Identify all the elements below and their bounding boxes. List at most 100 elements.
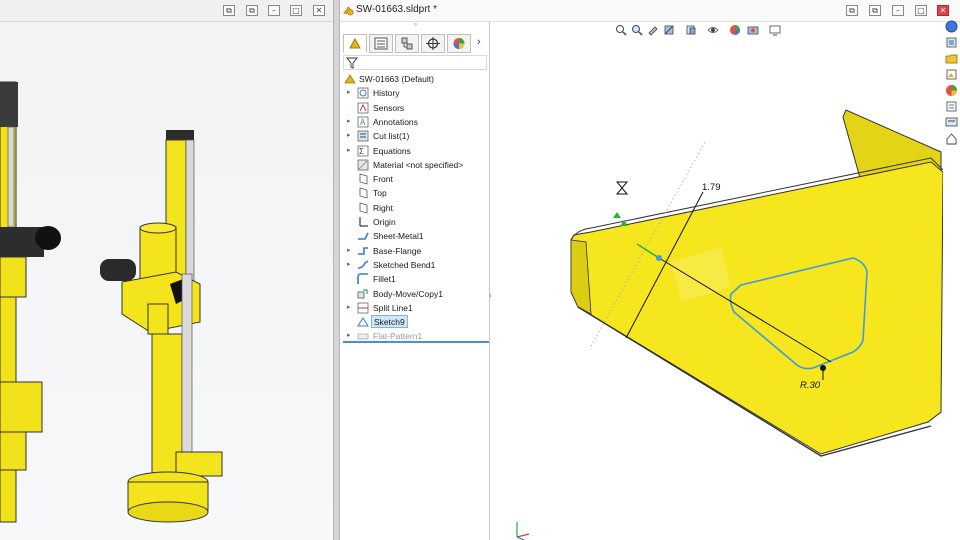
tree-item-label: Right xyxy=(373,202,393,213)
tab-display-manager[interactable] xyxy=(447,34,471,53)
zoom-to-area-icon[interactable] xyxy=(631,24,643,36)
edit-appearance-icon[interactable] xyxy=(729,24,741,36)
tree-item-label: Annotations xyxy=(373,116,418,127)
material-icon xyxy=(357,159,369,171)
expand-arrow-icon[interactable]: ▸ xyxy=(347,303,351,311)
svg-text:Σ: Σ xyxy=(359,147,364,156)
tabs-expand-chevron-icon[interactable]: › xyxy=(477,36,481,48)
heads-up-view-toolbar xyxy=(611,22,831,38)
left-window-close-button[interactable]: ✕ xyxy=(313,5,325,16)
left-window-maximize-button[interactable]: □ xyxy=(290,5,302,16)
part-window-tile-button[interactable]: ⧉ xyxy=(846,5,858,16)
tree-filter[interactable] xyxy=(343,55,487,70)
split-line-icon xyxy=(357,302,369,314)
part-window-titlebar[interactable]: SW-01663.sldprt * ⧉ ⧉ – □ ✕ xyxy=(340,0,960,22)
tree-item[interactable]: ▸ Cut list(1) xyxy=(341,129,490,143)
expand-arrow-icon[interactable]: ▸ xyxy=(347,117,351,125)
plane-icon xyxy=(359,173,368,185)
tree-item[interactable]: Front xyxy=(341,172,490,186)
part-window-cascade-button[interactable]: ⧉ xyxy=(869,5,881,16)
view-palette-icon[interactable] xyxy=(945,68,958,81)
assembly-viewport[interactable] xyxy=(0,22,334,540)
plane-icon xyxy=(359,187,368,199)
display-style-icon[interactable] xyxy=(707,24,719,36)
dimension-value-1-79[interactable]: 1.79 xyxy=(702,182,721,193)
tree-item-label: Split Line1 xyxy=(373,302,413,313)
file-explorer-icon[interactable] xyxy=(945,52,958,65)
custom-properties-icon[interactable] xyxy=(945,100,958,113)
left-window-cascade-button[interactable]: ⧉ xyxy=(246,5,258,16)
tree-item[interactable]: Top xyxy=(341,186,490,200)
expand-arrow-icon[interactable]: ▸ xyxy=(347,146,351,154)
manager-tabs: › xyxy=(341,33,490,54)
tree-item[interactable]: Fillet1 xyxy=(341,272,490,286)
sensors-icon xyxy=(357,102,369,113)
section-view-icon[interactable] xyxy=(663,24,675,36)
view-settings-icon[interactable] xyxy=(769,24,781,36)
tree-item[interactable]: Sheet-Metal1 xyxy=(341,229,490,243)
tree-item[interactable]: Right xyxy=(341,201,490,215)
expand-arrow-icon[interactable]: ▸ xyxy=(347,88,351,96)
tree-item[interactable]: ▸ A Annotations xyxy=(341,115,490,129)
apply-scene-icon[interactable] xyxy=(747,24,759,36)
tab-property-manager[interactable] xyxy=(369,34,393,53)
view-orientation-icon[interactable] xyxy=(685,24,697,36)
left-window-minimize-button[interactable]: – xyxy=(268,5,280,16)
sheet-metal-icon xyxy=(358,232,369,241)
tree-item[interactable]: ▸ Split Line1 xyxy=(341,301,490,315)
tree-item-label: Body-Move/Copy1 xyxy=(373,288,443,299)
part-file-icon xyxy=(343,6,354,16)
tab-dimxpert-manager[interactable] xyxy=(421,34,445,53)
left-document-window[interactable]: ⧉ ⧉ – □ ✕ xyxy=(0,0,336,540)
tree-end-rule xyxy=(343,341,489,343)
tree-item-label: Fillet1 xyxy=(373,274,396,285)
appearances-icon[interactable] xyxy=(945,84,958,97)
previous-view-icon[interactable] xyxy=(647,24,659,36)
part-window-minimize-button[interactable]: – xyxy=(892,5,904,16)
cut-list-icon xyxy=(357,130,369,142)
tree-item[interactable]: Material <not specified> xyxy=(341,158,490,172)
tree-item[interactable]: ▸ History xyxy=(341,86,490,100)
graphics-area[interactable]: 1.79 R.30 xyxy=(491,22,943,540)
tree-item[interactable]: ▸ Base-Flange xyxy=(341,244,490,258)
tree-item[interactable]: Origin xyxy=(341,215,490,229)
tab-configuration-manager[interactable] xyxy=(395,34,419,53)
part-window-close-button[interactable]: ✕ xyxy=(937,5,949,16)
filter-funnel-icon[interactable] xyxy=(346,57,358,69)
left-window-tile-button[interactable]: ⧉ xyxy=(223,5,235,16)
plane-icon xyxy=(359,202,368,214)
expand-arrow-icon[interactable]: ▸ xyxy=(347,260,351,268)
task-pane-tabs xyxy=(943,18,960,158)
dimension-value-r30[interactable]: R.30 xyxy=(800,380,821,391)
zoom-to-fit-icon[interactable] xyxy=(615,24,627,36)
radius-dimension[interactable]: R.30 xyxy=(800,380,821,391)
document-title: SW-01663.sldprt * xyxy=(356,4,437,15)
window-splitter[interactable] xyxy=(333,0,340,540)
history-icon xyxy=(357,87,369,99)
tree-item[interactable]: Sensors xyxy=(341,101,490,115)
tab-feature-manager[interactable] xyxy=(343,34,367,53)
forum-icon[interactable] xyxy=(945,116,958,129)
tree-item[interactable]: Sketch9 xyxy=(341,315,490,329)
dimxpert-icon xyxy=(426,37,440,50)
tree-item-label: Equations xyxy=(373,145,411,156)
tree-item[interactable]: SW-01663 (Default) xyxy=(341,72,490,86)
property-manager-icon xyxy=(374,37,388,50)
tree-item-label: Cut list(1) xyxy=(373,131,410,142)
tree-item[interactable]: ▸ Σ Equations xyxy=(341,144,490,158)
svg-text:A: A xyxy=(360,118,366,127)
left-window-titlebar[interactable]: ⧉ ⧉ – □ ✕ xyxy=(0,0,336,22)
tree-item-label: Sketch9 xyxy=(371,315,408,329)
tree-item[interactable]: ▸ Sketched Bend1 xyxy=(341,258,490,272)
solidworks-resources-icon[interactable] xyxy=(945,20,958,33)
equations-icon: Σ xyxy=(357,145,369,156)
home-icon[interactable] xyxy=(945,132,958,145)
part-window-maximize-button[interactable]: □ xyxy=(915,5,927,16)
pane-grip[interactable]: » xyxy=(341,22,490,32)
annotations-icon: A xyxy=(357,116,369,128)
tree-item[interactable]: Body-Move/Copy1 xyxy=(341,287,490,301)
expand-arrow-icon[interactable]: ▸ xyxy=(347,331,351,339)
design-library-icon[interactable] xyxy=(945,36,958,49)
expand-arrow-icon[interactable]: ▸ xyxy=(347,131,351,139)
expand-arrow-icon[interactable]: ▸ xyxy=(347,246,351,254)
